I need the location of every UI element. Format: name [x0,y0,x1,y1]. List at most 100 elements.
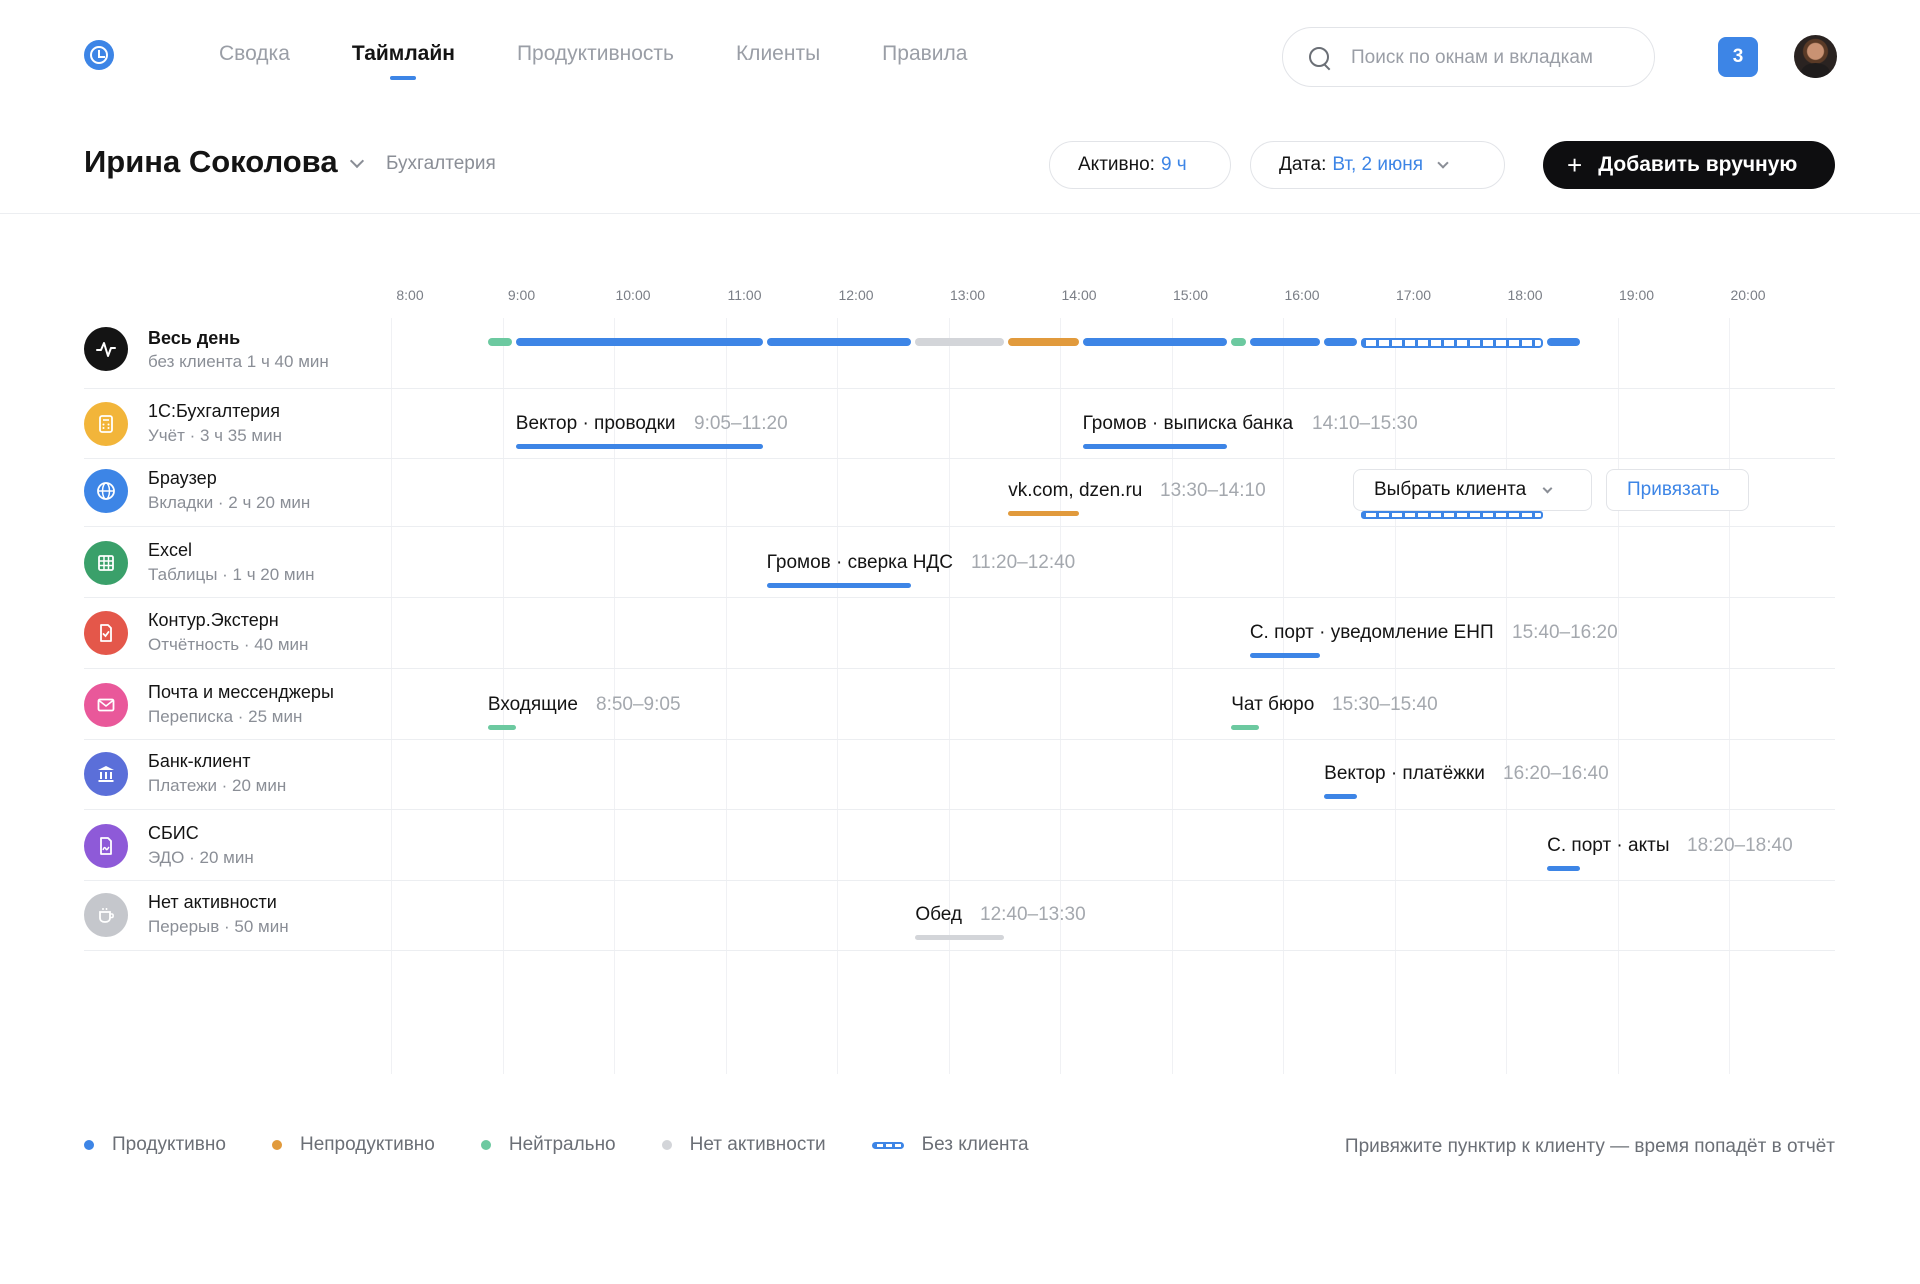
activity-label[interactable]: Громов · выписка банка [1083,413,1294,435]
hour-label: 13:00 [949,287,986,303]
avatar[interactable] [1794,35,1837,78]
activity-label[interactable]: Обед [915,904,962,926]
activity-bar[interactable] [1324,794,1358,799]
legend-label: Продуктивно [112,1134,226,1155]
day-bar-segment [515,338,763,346]
row-title: Почта и мессенджеры [148,682,334,702]
chevron-down-icon[interactable] [349,153,365,169]
activity-bar[interactable] [515,444,763,449]
nav-item-timeline[interactable]: Таймлайн [352,42,455,80]
plus-icon: + [1567,149,1583,180]
clock-logo-icon[interactable] [84,40,114,70]
hour-label: 12:00 [838,287,874,303]
day-bar-segment [1361,338,1544,348]
day-bar-segment [766,338,912,346]
active-value: 9 ч [1160,154,1187,175]
legend-label: Без клиента [921,1134,1029,1155]
activity-label[interactable]: Входящие [488,694,578,716]
activity-time: 8:50–9:05 [596,694,681,715]
activity-time: 14:10–15:30 [1312,413,1418,434]
pulse-icon [84,327,128,371]
link-client-button[interactable]: Привязать [1606,469,1749,511]
calculator-icon [84,402,128,446]
activity-label[interactable]: Вектор · проводки [516,413,676,435]
row-subtitle: без клиента 1 ч 40 мин [148,352,329,371]
activity-bar[interactable] [487,725,516,730]
nav-item-clients[interactable]: Клиенты [736,42,820,66]
hour-label: 16:00 [1284,287,1320,303]
nav-item-summary[interactable]: Сводка [219,42,290,66]
day-bar-segment [915,338,1005,346]
add-manually-label: Добавить вручную [1598,153,1798,176]
globe-icon [84,469,128,513]
search-input[interactable] [1351,42,1641,74]
legend-dot [480,1140,491,1150]
activity-bar[interactable] [915,935,1005,940]
app-row: 1С:Бухгалтерия Учёт · 3 ч 35 мин [84,389,1835,459]
legend-label: Нет активности [689,1134,826,1155]
nav-item-productivity[interactable]: Продуктивность [517,42,674,66]
row-title: Контур.Экстерн [148,610,279,630]
day-bar-segment [1249,338,1321,346]
legend-label: Нейтрально [508,1134,616,1155]
activity-label[interactable]: С. порт · акты [1547,835,1669,857]
legend-dot [271,1140,282,1150]
row-title: Excel [148,540,193,560]
search-box [1282,27,1655,87]
page-header: Ирина Соколова Бухгалтерия Активно: 9 ч … [0,112,1920,214]
row-subtitle: Отчётность · 40 мин [148,635,309,654]
legend-idle: Нет активности [661,1134,826,1156]
add-manually-button[interactable]: + Добавить вручную [1543,141,1835,189]
activity-label[interactable]: vk.com, dzen.ru [1008,480,1142,502]
nav-item-rules[interactable]: Правила [882,42,967,66]
document-check-icon [84,611,128,655]
mail-icon [84,683,128,727]
row-subtitle: Перерыв · 50 мин [148,917,289,936]
activity-label[interactable]: Вектор · платёжки [1324,763,1485,785]
app-row: Excel Таблицы · 1 ч 20 мин [84,528,1835,598]
row-title: Браузер [148,468,217,488]
activity-label[interactable]: Громов · сверка НДС [767,552,953,574]
hour-label: 8:00 [396,287,424,303]
app-row: Почта и мессенджеры Переписка · 25 мин [84,670,1835,740]
signed-document-icon [84,824,128,868]
activity-bar[interactable] [1547,866,1581,871]
day-bar-segment [1547,338,1581,346]
activity-time: 9:05–11:20 [694,413,788,434]
activity-bar[interactable] [1361,511,1544,519]
summary-row: Весь день без клиента 1 ч 40 мин [84,318,1835,389]
activity-bar[interactable] [1008,511,1079,516]
table-icon [84,541,128,585]
activity-time: 15:40–16:20 [1512,622,1618,643]
legend-dot [661,1140,672,1150]
hour-label: 14:00 [1061,287,1097,303]
activity-bar[interactable] [1231,725,1260,730]
row-subtitle: Вкладки · 2 ч 20 мин [148,493,311,512]
bank-icon [84,752,128,796]
active-label: Активно: [1078,154,1155,175]
legend-label: Непродуктивно [299,1134,435,1155]
row-subtitle: Платежи · 20 мин [148,776,287,795]
activity-time: 18:20–18:40 [1687,835,1793,856]
activity-time: 15:30–15:40 [1332,694,1438,715]
activity-label[interactable]: С. порт · уведомление ЕНП [1250,622,1494,644]
active-time-pill: Активно: 9 ч [1049,141,1231,189]
day-bar-segment [1008,338,1079,346]
legend: Продуктивно Непродуктивно Нейтрально Нет… [84,1134,1075,1156]
date-picker[interactable]: Дата: Вт, 2 июня [1250,141,1505,189]
legend-dash [871,1141,904,1149]
row-title: 1С:Бухгалтерия [148,401,280,421]
activity-label[interactable]: Чат бюро [1231,694,1314,716]
select-client-dropdown[interactable]: Выбрать клиента [1353,469,1592,511]
activity-time: 16:20–16:40 [1503,763,1609,784]
person-name[interactable]: Ирина Соколова [84,144,338,180]
activity-bar[interactable] [1249,653,1321,658]
activity-bar[interactable] [766,583,912,588]
legend-no-client: Без клиента [871,1134,1029,1156]
hour-label: 17:00 [1395,287,1432,303]
date-value: Вт, 2 июня [1332,154,1424,175]
row-title: Банк-клиент [148,751,251,771]
activity-bar[interactable] [1082,444,1228,449]
search-icon [1309,47,1331,69]
notification-badge[interactable]: 3 [1718,37,1758,77]
